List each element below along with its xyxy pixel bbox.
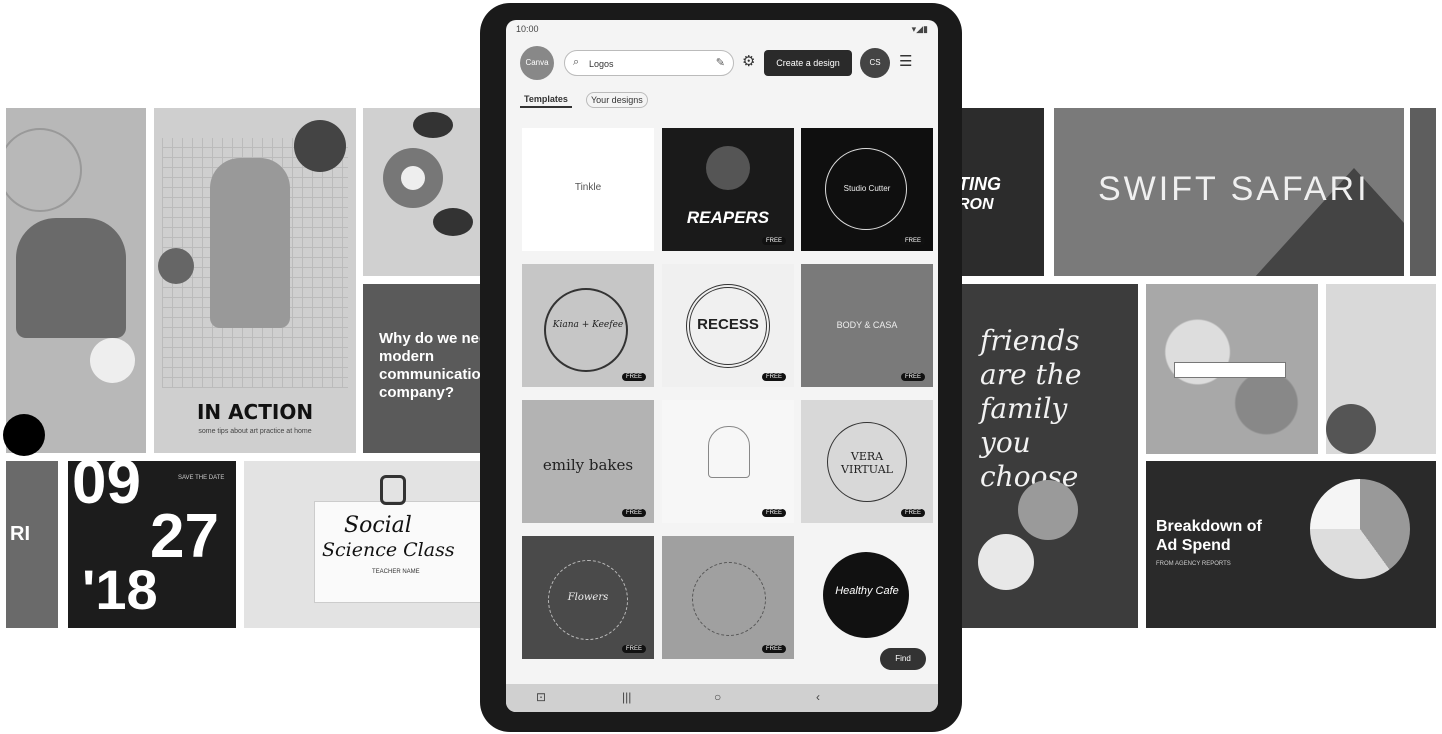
logo-tile[interactable]: Kiana + Keefee FREE <box>522 264 654 387</box>
user-avatar[interactable]: CS <box>860 48 890 78</box>
template-card-floral[interactable] <box>363 108 481 276</box>
logo-tile[interactable]: Tinkle <box>522 128 654 251</box>
status-bar: 10:00 ▾◢▮ <box>506 20 938 38</box>
free-badge: FREE <box>761 373 786 381</box>
template-card-question[interactable]: Why do we need a modern communication co… <box>363 284 481 453</box>
free-badge: FREE <box>761 645 786 653</box>
logo-title: REAPERS <box>686 208 770 227</box>
logo-tile[interactable]: REAPERS FREE <box>662 128 794 251</box>
recents-icon[interactable]: ⊡ <box>536 690 546 704</box>
template-card-map[interactable] <box>1146 284 1318 454</box>
acting-text: TING <box>958 174 1001 194</box>
template-card-swift-safari[interactable]: SWIFT SAFARI <box>1054 108 1404 276</box>
template-card-partial-right[interactable] <box>1326 284 1436 454</box>
template-card-portrait[interactable] <box>6 108 146 453</box>
logo-tile[interactable]: Flowers FREE <box>522 536 654 659</box>
number-18: '18 <box>82 558 158 621</box>
brand-avatar[interactable]: Canva <box>520 46 554 80</box>
free-badge: FREE <box>621 509 646 517</box>
tablet-screen: 10:00 ▾◢▮ Canva ⌕ ✎ ⚙ Create a design CS… <box>506 20 938 712</box>
decorative-dot <box>3 414 45 456</box>
breakdown-subtitle: FROM AGENCY REPORTS <box>1156 561 1231 567</box>
pie-chart <box>1310 479 1410 579</box>
search-input[interactable] <box>587 55 701 73</box>
number-09: 09 <box>72 461 141 517</box>
template-card-in-action[interactable]: IN ACTION some tips about art practice a… <box>154 108 356 453</box>
free-badge: FREE <box>621 373 646 381</box>
tab-templates[interactable]: Templates <box>520 92 572 108</box>
ri-text: RI <box>10 523 30 545</box>
free-badge: FREE <box>900 509 925 517</box>
logo-tile[interactable]: BODY & CASA FREE <box>801 264 933 387</box>
logo-tile[interactable]: Healthy Cafe <box>801 536 933 659</box>
system-nav-bar: ⊡ ||| ○ ‹ <box>506 684 938 712</box>
logo-title: Studio Cutter <box>843 184 891 193</box>
logo-title: VERA VIRTUAL <box>841 450 893 476</box>
apps-icon[interactable]: ||| <box>622 690 631 704</box>
logo-title: emily bakes <box>542 456 634 474</box>
template-card-social-science[interactable]: Social Science Class TEACHER NAME <box>244 461 481 628</box>
logo-tile[interactable]: Studio Cutter FREE <box>801 128 933 251</box>
find-fab-button[interactable]: Find <box>880 648 926 670</box>
status-icons: ▾◢▮ <box>911 24 928 34</box>
free-badge: FREE <box>621 645 646 653</box>
breakdown-title: Breakdown of Ad Spend <box>1156 518 1262 554</box>
back-icon[interactable]: ‹ <box>816 690 820 704</box>
search-icon: ⌕ <box>573 56 580 68</box>
home-icon[interactable]: ○ <box>714 690 721 704</box>
logo-title: BODY & CASA <box>836 320 898 330</box>
number-27: 27 <box>150 502 219 571</box>
social-text: Social <box>344 513 412 538</box>
menu-icon[interactable]: ☰ <box>899 52 912 70</box>
template-card-breakdown[interactable]: Breakdown of Ad Spend FROM AGENCY REPORT… <box>1146 461 1436 628</box>
in-action-title: IN ACTION <box>196 400 314 424</box>
tab-bar: Templates Your designs <box>520 90 920 112</box>
acting-text-2: RON <box>958 196 994 213</box>
question-text: Why do we need a modern communication co… <box>379 330 481 401</box>
status-time: 10:00 <box>516 24 539 34</box>
logo-title: RECESS <box>697 316 759 333</box>
logo-tile[interactable]: VERA VIRTUAL FREE <box>801 400 933 523</box>
logo-title: Tinkle <box>574 182 602 193</box>
in-action-subtitle: some tips about art practice at home <box>198 428 312 435</box>
teacher-name-text: TEACHER NAME <box>372 569 420 575</box>
template-card-edge[interactable] <box>1410 108 1436 276</box>
logo-tile[interactable]: RECESS FREE <box>662 264 794 387</box>
tab-your-designs[interactable]: Your designs <box>586 92 648 108</box>
free-badge: FREE <box>900 373 925 381</box>
logo-tile[interactable]: emily bakes FREE <box>522 400 654 523</box>
template-grid: Tinkle REAPERS FREE Studio Cutter FREE K… <box>522 128 933 668</box>
logo-title: Kiana + Keefee <box>552 320 624 330</box>
science-class-text: Science Class <box>322 539 455 561</box>
free-badge: FREE <box>761 237 786 245</box>
template-card-partial[interactable]: RI <box>6 461 58 628</box>
friends-quote: friends are the family you choose <box>980 324 1082 493</box>
search-bar[interactable]: ⌕ ✎ <box>564 50 734 76</box>
swift-safari-title: SWIFT SAFARI <box>1098 170 1370 208</box>
gear-icon[interactable]: ⚙ <box>742 52 755 70</box>
free-badge: FREE <box>900 237 925 245</box>
template-card-acting[interactable]: TING RON <box>958 108 1044 276</box>
template-card-save-date[interactable]: 09 27 '18 SAVE THE DATE <box>68 461 236 628</box>
edit-icon[interactable]: ✎ <box>716 56 725 69</box>
logo-tile[interactable]: FREE <box>662 400 794 523</box>
logo-title: Healthy Cafe <box>835 585 899 597</box>
template-card-friends[interactable]: friends are the family you choose <box>958 284 1138 628</box>
create-design-button[interactable]: Create a design <box>764 50 852 76</box>
logo-title: Flowers <box>567 592 609 603</box>
free-badge: FREE <box>761 509 786 517</box>
save-date-text: SAVE THE DATE <box>178 475 225 481</box>
logo-tile[interactable]: FREE <box>662 536 794 659</box>
